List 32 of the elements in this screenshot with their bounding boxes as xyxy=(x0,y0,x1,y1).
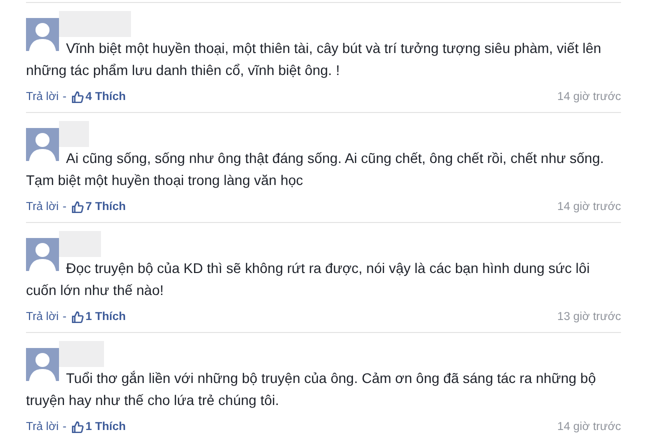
blurred-name xyxy=(59,231,101,257)
separator: - xyxy=(62,90,67,105)
thumbs-up-icon xyxy=(70,91,84,104)
thumbs-up-icon xyxy=(70,311,84,324)
reply-link[interactable]: Trả lời xyxy=(26,199,59,216)
blurred-name xyxy=(59,341,104,367)
comment-text: Ai cũng sống, sống như ông thật đáng sống. Ai cũng chết, ông chết rồi, chết như sống. Tạm biệt một huyền thoại trong làng văn học xyxy=(26,149,605,190)
reply-link[interactable]: Trả lời xyxy=(26,419,59,436)
separator: - xyxy=(62,200,67,215)
blurred-name xyxy=(59,11,131,37)
timestamp: 14 giờ trước xyxy=(557,90,621,105)
avatar-icon xyxy=(26,348,59,381)
separator: - xyxy=(62,310,67,325)
separator: - xyxy=(62,420,67,435)
avatar-icon xyxy=(26,18,59,51)
avatar-icon xyxy=(26,128,59,161)
thumbs-up-icon xyxy=(70,421,84,434)
timestamp: 13 giờ trước xyxy=(557,310,621,325)
reply-link[interactable]: Trả lời xyxy=(26,309,59,326)
like-link[interactable]: 4 Thích xyxy=(70,89,126,106)
timestamp: 14 giờ trước xyxy=(557,420,621,435)
like-link[interactable]: 7 Thích xyxy=(70,199,126,216)
reply-link[interactable]: Trả lời xyxy=(26,89,59,106)
comment-text: Tuổi thơ gắn liền với những bộ truyện của ông. Cảm ơn ông đã sáng tác ra những bộ truyện hay như thế cho lứa trẻ chúng tôi. xyxy=(26,369,597,410)
comment-text: Vĩnh biệt một huyền thoại, một thiên tài, cây bút và trí tưởng tượng siêu phàm, viết lên những tác phẩm lưu danh thiên cổ, vĩnh biệt ông. ! xyxy=(26,39,602,80)
timestamp: 14 giờ trước xyxy=(557,200,621,215)
like-link[interactable]: 1 Thích xyxy=(70,419,126,436)
like-link[interactable]: 1 Thích xyxy=(70,309,126,326)
blurred-name xyxy=(59,121,89,147)
comment-text: Đọc truyện bộ của KD thì sẽ không rứt ra được, nói vậy là các bạn hình dung sức lôi cuốn lớn như thế nào! xyxy=(26,259,591,300)
avatar-icon xyxy=(26,238,59,271)
thumbs-up-icon xyxy=(70,201,84,214)
